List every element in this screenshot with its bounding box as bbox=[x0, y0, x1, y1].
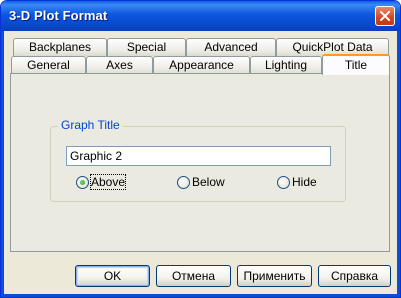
radio-label: Below bbox=[192, 175, 225, 189]
tab-label: General bbox=[27, 58, 70, 72]
close-icon bbox=[380, 11, 390, 21]
tab-label: Advanced bbox=[204, 40, 258, 54]
tab-label: Special bbox=[126, 40, 167, 54]
tab-title[interactable]: Title bbox=[322, 54, 390, 75]
radio-selected-dot bbox=[80, 179, 85, 185]
tab-special[interactable]: Special bbox=[107, 38, 186, 56]
tab-general[interactable]: General bbox=[11, 56, 86, 74]
tab-label: Backplanes bbox=[28, 40, 92, 54]
radio-label: Above bbox=[89, 174, 127, 190]
tab-advanced[interactable]: Advanced bbox=[186, 38, 276, 56]
window-border-left bbox=[1, 31, 4, 297]
tab-label: QuickPlot Data bbox=[292, 40, 373, 54]
radio-button-circle[interactable] bbox=[177, 175, 190, 189]
tab-label: Title bbox=[344, 58, 368, 72]
title-bar[interactable]: 3-D Plot Format bbox=[1, 1, 400, 31]
close-button[interactable] bbox=[375, 6, 395, 26]
cancel-button[interactable]: Отмена bbox=[156, 265, 231, 287]
ok-button[interactable]: OK bbox=[75, 265, 150, 287]
help-button[interactable]: Справка bbox=[318, 265, 391, 287]
radio-hide[interactable]: Hide bbox=[277, 174, 317, 190]
radio-button-circle[interactable] bbox=[76, 175, 89, 189]
tab-backplanes[interactable]: Backplanes bbox=[13, 38, 107, 56]
tab-lighting[interactable]: Lighting bbox=[250, 56, 322, 74]
tab-axes[interactable]: Axes bbox=[86, 56, 153, 74]
apply-button[interactable]: Применить bbox=[237, 265, 312, 287]
window-border-right bbox=[397, 31, 400, 297]
tab-label: Appearance bbox=[169, 58, 234, 72]
tab-appearance[interactable]: Appearance bbox=[153, 56, 250, 74]
window-title: 3-D Plot Format bbox=[9, 8, 108, 23]
graph-title-legend: Graph Title bbox=[58, 118, 123, 132]
window-border-bottom bbox=[1, 294, 400, 297]
tab-label: Axes bbox=[106, 58, 133, 72]
radio-below[interactable]: Below bbox=[177, 174, 225, 190]
graph-title-input[interactable] bbox=[66, 146, 331, 166]
radio-button-circle[interactable] bbox=[277, 175, 290, 189]
tab-label: Lighting bbox=[264, 58, 308, 72]
radio-above[interactable]: Above bbox=[76, 174, 127, 190]
radio-label: Hide bbox=[292, 175, 317, 189]
